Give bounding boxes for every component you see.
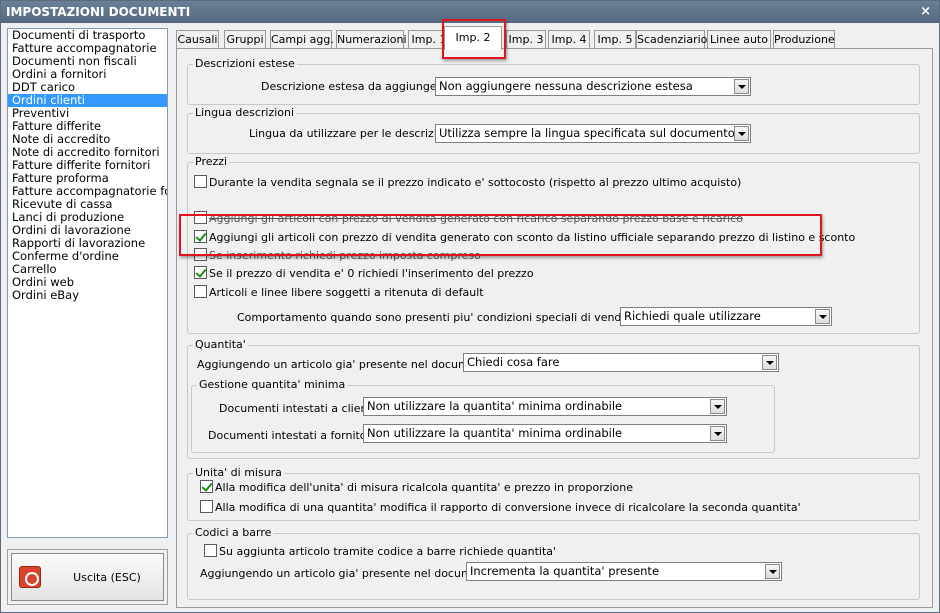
condizioni-speciali-label: Comportamento quando sono presenti piu' … (237, 311, 680, 324)
checkbox-sottocosto[interactable] (194, 175, 207, 188)
doclist-item[interactable]: Ordini eBay (8, 289, 167, 302)
checkbox-ricalcola-unita-label: Alla modifica dell'unita' di misura rica… (215, 481, 634, 494)
checkbox-barcode-quantita[interactable] (204, 544, 217, 557)
checkbox-barcode-quantita-label: Su aggiunta articolo tramite codice a ba… (219, 545, 557, 558)
chevron-down-icon (815, 309, 830, 324)
lingua-select[interactable]: Utilizza sempre la lingua specificata su… (435, 124, 751, 143)
quantita-label: Aggiungendo un articolo gia' presente ne… (197, 358, 501, 371)
quantita-value: Chiedi cosa fare (467, 355, 560, 369)
barre-aggiungendo-label: Aggiungendo un articolo gia' presente ne… (200, 567, 504, 580)
group-title-lingua: Lingua descrizioni (193, 106, 297, 119)
tab-imp-2[interactable]: Imp. 2 (444, 26, 502, 50)
minima-clienti-label: Documenti intestati a clienti : (219, 402, 383, 415)
group-title-quantita-minima: Gestione quantita' minima (197, 378, 348, 391)
checkbox-rapporto-conversione-label: Alla modifica di una quantita' modifica … (215, 501, 801, 514)
chevron-down-icon (734, 79, 749, 94)
exit-panel: Uscita (ESC) (7, 549, 168, 605)
tab-imp-3[interactable]: Imp. 3 (506, 30, 546, 49)
tab-campi-agg[interactable]: Campi agg. (270, 30, 334, 49)
checkbox-ricalcola-unita[interactable] (200, 480, 213, 493)
minima-fornitori-value: Non utilizzare la quantita' minima ordin… (367, 426, 623, 440)
chevron-down-icon (765, 564, 780, 579)
chevron-down-icon (734, 126, 749, 141)
lingua-value: Utilizza sempre la lingua specificata su… (439, 126, 735, 140)
tab-imp-4[interactable]: Imp. 4 (548, 30, 590, 49)
descrizione-estesa-value: Non aggiungere nessuna descrizione estes… (439, 79, 693, 93)
minima-fornitori-select[interactable]: Non utilizzare la quantita' minima ordin… (363, 424, 727, 443)
checkbox-ritenuta[interactable] (194, 285, 207, 298)
checkbox-rapporto-conversione[interactable] (200, 500, 213, 513)
power-icon (19, 566, 41, 588)
window-title: IMPOSTAZIONI DOCUMENTI (6, 5, 191, 19)
barre-aggiungendo-value: Incrementa la quantita' presente (470, 564, 660, 578)
checkbox-ritenuta-label: Articoli e linee libere soggetti a riten… (209, 286, 484, 299)
chevron-down-icon (710, 399, 725, 414)
chevron-down-icon (762, 355, 777, 370)
checkbox-imposta-compreso[interactable] (194, 248, 207, 261)
tab-produzione[interactable]: Produzione (773, 30, 835, 49)
checkbox-prezzo-zero[interactable] (194, 266, 207, 279)
checkbox-sconto-listino[interactable] (194, 230, 207, 243)
group-title-quantita: Quantita' (193, 338, 248, 351)
tab-panel-imp2: Descrizioni estese Descrizione estesa da… (176, 48, 933, 608)
chevron-down-icon (710, 426, 725, 441)
close-icon[interactable]: × (920, 1, 931, 23)
checkbox-ricarico[interactable] (194, 211, 207, 224)
minima-clienti-select[interactable]: Non utilizzare la quantita' minima ordin… (363, 397, 727, 416)
minima-clienti-value: Non utilizzare la quantita' minima ordin… (367, 399, 623, 413)
tab-causali[interactable]: Causali (176, 30, 219, 49)
minima-fornitori-label: Documenti intestati a fornitori : (208, 429, 382, 442)
descrizione-estesa-select[interactable]: Non aggiungere nessuna descrizione estes… (435, 77, 751, 96)
condizioni-speciali-value: Richiedi quale utilizzare (624, 309, 761, 323)
checkbox-imposta-compreso-label: Se inserimento richiedi prezzo imposta c… (209, 249, 481, 262)
settings-window: IMPOSTAZIONI DOCUMENTI × Documenti di tr… (0, 0, 940, 613)
tab-linee-auto[interactable]: Linee auto (707, 30, 771, 49)
document-type-list[interactable]: Documenti di trasporto Fatture accompagna… (7, 28, 168, 538)
descrizione-estesa-label: Descrizione estesa da aggiungere : (261, 80, 455, 93)
lingua-label: Lingua da utilizzare per le descrizioni … (249, 127, 461, 140)
tab-gruppi[interactable]: Gruppi (224, 30, 266, 49)
group-title-codici-barre: Codici a barre (193, 526, 274, 539)
tab-scadenziario[interactable]: Scadenziario (636, 30, 707, 49)
title-bar: IMPOSTAZIONI DOCUMENTI × (1, 1, 939, 23)
barre-aggiungendo-select[interactable]: Incrementa la quantita' presente (466, 562, 782, 581)
tab-numerazioni[interactable]: Numerazioni (336, 30, 407, 49)
checkbox-sottocosto-label: Durante la vendita segnala se il prezzo … (209, 176, 742, 189)
checkbox-sconto-listino-label: Aggiungi gli articoli con prezzo di vend… (209, 231, 856, 244)
exit-button-label: Uscita (ESC) (73, 571, 141, 584)
condizioni-speciali-select[interactable]: Richiedi quale utilizzare (620, 307, 832, 326)
checkbox-prezzo-zero-label: Se il prezzo di vendita e' 0 richiedi l'… (209, 267, 534, 280)
exit-button[interactable]: Uscita (ESC) (11, 553, 164, 601)
checkbox-ricarico-label: Aggiungi gli articoli con prezzo di vend… (209, 212, 743, 225)
quantita-select[interactable]: Chiedi cosa fare (463, 353, 779, 372)
group-title-descrizioni: Descrizioni estese (193, 57, 297, 70)
group-title-prezzi: Prezzi (193, 155, 230, 168)
tab-imp-5[interactable]: Imp. 5 (594, 30, 636, 49)
group-title-unita: Unita' di misura (193, 466, 284, 479)
